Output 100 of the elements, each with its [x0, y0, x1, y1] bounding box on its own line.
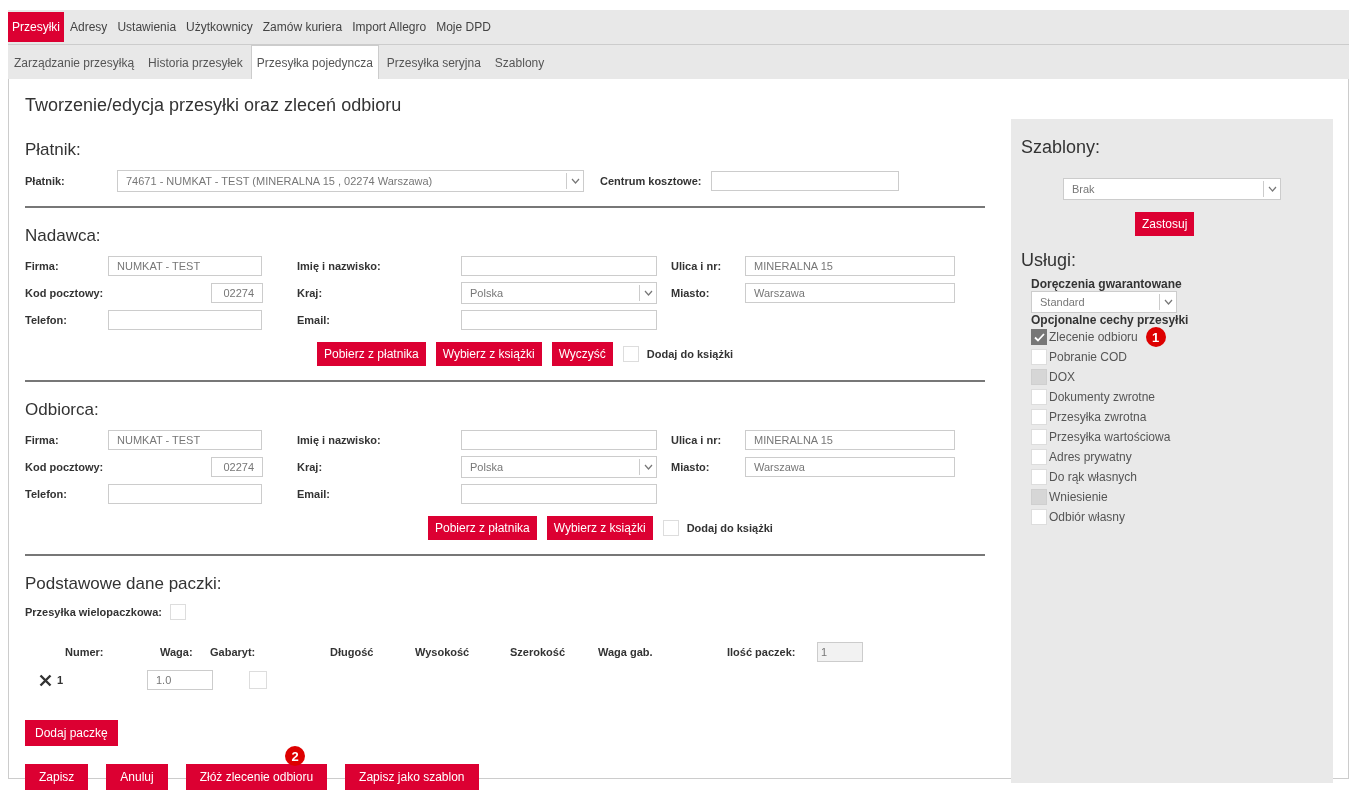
column-header: Długość	[330, 646, 375, 658]
section-heading: Płatnik:	[25, 140, 82, 160]
input-field[interactable]	[461, 430, 657, 450]
nav-tab[interactable]: Moje DPD	[432, 12, 495, 42]
input-field[interactable]: NUMKAT - TEST	[108, 256, 262, 276]
checkbox-label: Dodaj do książki	[686, 522, 773, 534]
input-field[interactable]	[108, 310, 262, 330]
checkbox[interactable]	[1031, 329, 1047, 345]
delivery-select[interactable]: Standard	[1031, 291, 1177, 313]
field-label: Imię i nazwisko:	[297, 260, 382, 272]
country-select[interactable]: Polska	[461, 282, 657, 304]
action-button[interactable]: Zapisz jako szablon	[345, 764, 479, 790]
field-label: Imię i nazwisko:	[297, 434, 382, 446]
option-label: Dokumenty zwrotne	[1049, 390, 1156, 404]
sub-tab[interactable]: Zarządzanie przesyłką	[8, 45, 141, 79]
field-label: Telefon:	[25, 314, 68, 326]
nav-tab[interactable]: Przesyłki	[8, 12, 64, 42]
country-select[interactable]: Polska	[461, 456, 657, 478]
action-button[interactable]: Wybierz z książki	[546, 516, 653, 540]
field-label: Ilość paczek:	[727, 646, 797, 658]
field-label: Opcjonalne cechy przesyłki	[1031, 313, 1190, 327]
row-number: 1	[57, 674, 65, 686]
input-field[interactable]: NUMKAT - TEST	[108, 430, 262, 450]
option-label: DOX	[1049, 370, 1075, 384]
option-label: Do rąk własnych	[1049, 470, 1138, 484]
option-label: Zlecenie odbioru	[1049, 330, 1138, 344]
input-field[interactable]	[461, 484, 657, 504]
column-header: Waga gab.	[598, 646, 654, 658]
annotation-badge: 2	[285, 746, 306, 766]
sub-tab[interactable]: Historia przesyłek	[142, 45, 249, 79]
input-field[interactable]	[108, 484, 262, 504]
field-label: Centrum kosztowe:	[600, 175, 702, 187]
field-label: Ulica i nr:	[671, 260, 723, 272]
input-field[interactable]: MINERALNA 15	[745, 430, 955, 450]
input-field[interactable]: 02274	[211, 283, 263, 303]
action-button[interactable]: Anuluj	[106, 764, 168, 790]
input-field[interactable]: 1	[817, 642, 863, 662]
caret-icon	[643, 290, 653, 296]
column-header: Szerokość	[510, 646, 567, 658]
option-label: Przesyłka wartościowa	[1049, 430, 1171, 444]
sub-tab[interactable]: Szablony	[488, 45, 551, 79]
field-label: Płatnik:	[25, 175, 66, 187]
input-field[interactable]: 1.0	[147, 670, 213, 690]
field-label: Firma:	[25, 260, 60, 272]
input-field[interactable]	[461, 256, 657, 276]
field-label: Ulica i nr:	[671, 434, 723, 446]
action-button[interactable]: Złóż zlecenie odbioru	[185, 764, 328, 790]
field-label: Kod pocztowy:	[25, 287, 105, 299]
input-field[interactable]	[711, 171, 900, 191]
option-label: Pobranie COD	[1049, 350, 1128, 364]
field-label: Miasto:	[671, 287, 711, 299]
option-label: Odbiór własny	[1049, 510, 1126, 524]
input-field[interactable]: MINERALNA 15	[745, 256, 955, 276]
sub-tab[interactable]: Przesyłka seryjna	[380, 45, 487, 79]
section-heading: Usługi:	[1021, 250, 1078, 271]
field-label: Firma:	[25, 434, 60, 446]
action-button[interactable]: Pobierz z płatnika	[428, 516, 537, 540]
input-field[interactable]: 02274	[211, 457, 263, 477]
section-heading: Nadawca:	[25, 226, 102, 246]
caret-icon	[1267, 186, 1277, 192]
close-icon[interactable]	[39, 673, 52, 687]
section-heading: Odbiorca:	[25, 400, 100, 420]
section-heading: Szablony:	[1021, 137, 1102, 158]
field-label: Kod pocztowy:	[25, 461, 105, 473]
column-header: Wysokość	[415, 646, 471, 658]
nav-tab[interactable]: Użytkownicy	[182, 12, 257, 42]
field-label: Email:	[297, 314, 331, 326]
column-header: Waga:	[160, 646, 194, 658]
payer-select[interactable]: 74671 - NUMKAT - TEST (MINERALNA 15 , 02274 Warszawa)	[117, 170, 584, 192]
nav-tab[interactable]: Zamów kuriera	[258, 12, 347, 42]
checkbox-label: Dodaj do książki	[646, 348, 734, 360]
field-label: Kraj:	[297, 461, 324, 473]
action-button[interactable]: Wybierz z książki	[435, 342, 542, 366]
caret-icon	[570, 178, 580, 184]
option-label: Przesyłka zwrotna	[1049, 410, 1147, 424]
field-label: Doręczenia gwarantowane	[1031, 277, 1183, 291]
input-field[interactable]: Warszawa	[745, 457, 955, 477]
nav-tab[interactable]: Adresy	[66, 12, 112, 42]
field-label: Email:	[297, 488, 331, 500]
sub-tab[interactable]: Przesyłka pojedyncza	[250, 45, 379, 79]
template-select[interactable]: Brak	[1063, 178, 1281, 200]
input-field[interactable]	[461, 310, 657, 330]
nav-tab[interactable]: Import Allegro	[348, 12, 431, 42]
page-title: Tworzenie/edycja przesyłki oraz zleceń odbioru	[25, 95, 403, 116]
nav-tab[interactable]: Ustawienia	[113, 12, 181, 42]
apply-button[interactable]: Zastosuj	[1135, 212, 1195, 236]
input-field[interactable]: Warszawa	[745, 283, 955, 303]
field-label: Kraj:	[297, 287, 324, 299]
column-header: Gabaryt:	[210, 646, 257, 658]
caret-icon	[1163, 299, 1173, 305]
action-button[interactable]: Wyczyść	[551, 342, 613, 366]
column-header: Numer:	[65, 646, 105, 658]
caret-icon	[643, 464, 653, 470]
add-parcel-button[interactable]: Dodaj paczkę	[25, 720, 118, 746]
field-label: Przesyłka wielopaczkowa:	[25, 606, 162, 618]
annotation-badge: 1	[1145, 327, 1166, 347]
field-label: Miasto:	[671, 461, 711, 473]
action-button[interactable]: Pobierz z płatnika	[317, 342, 426, 366]
action-button[interactable]: Zapisz	[25, 764, 89, 790]
field-label: Telefon:	[25, 488, 68, 500]
